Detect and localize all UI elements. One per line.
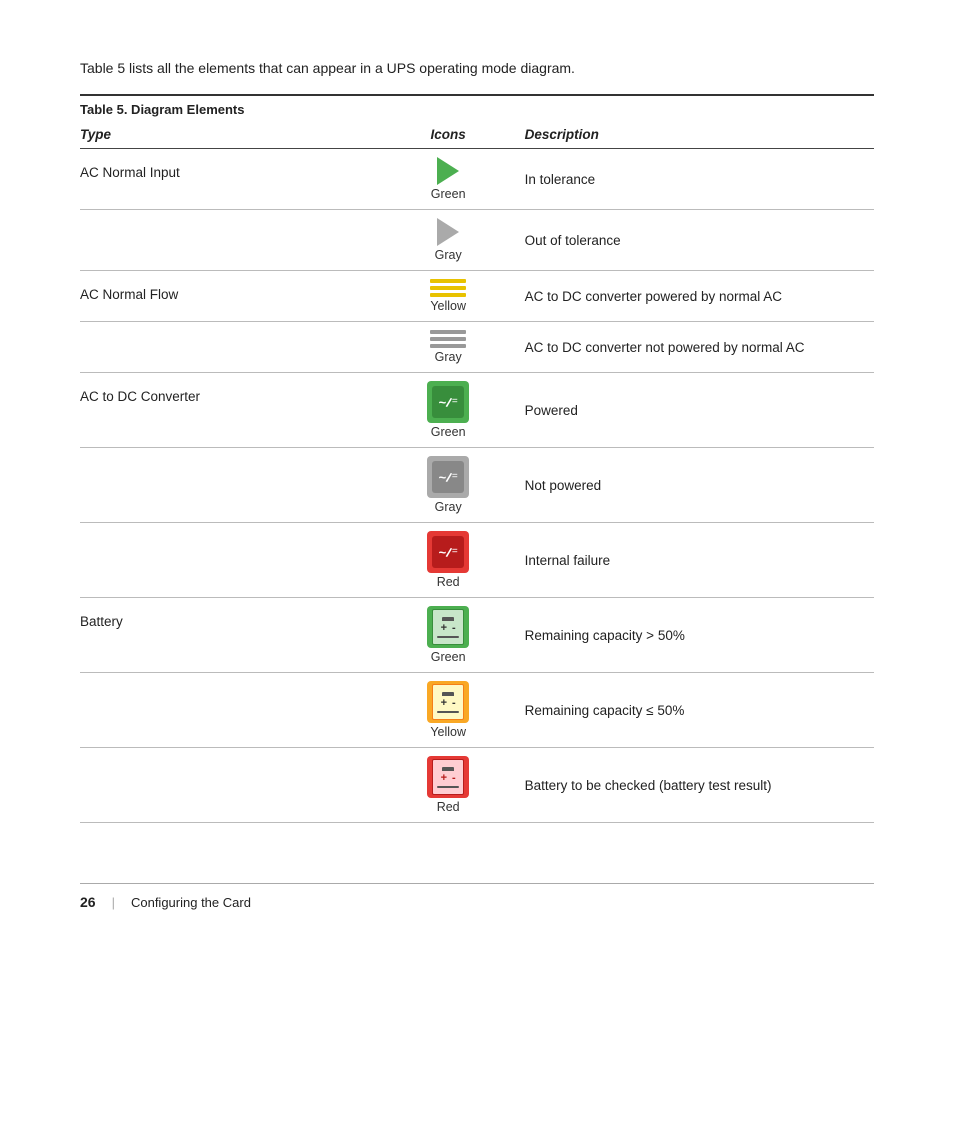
converter-gray-icon: ~ / = xyxy=(427,456,469,498)
description-cell: Remaining capacity ≤ 50% xyxy=(525,673,874,748)
description-cell: Powered xyxy=(525,373,874,448)
type-cell: AC Normal Flow xyxy=(80,271,382,322)
icon-label: Red xyxy=(437,575,460,589)
icon-label: Green xyxy=(431,187,466,201)
icon-cell: ~ / = Red xyxy=(382,523,525,598)
flow-lines-gray-icon xyxy=(430,330,466,348)
icon-cell: ~ / = Green xyxy=(382,373,525,448)
table-row: +- Yellow Remaining capacity ≤ 50% xyxy=(80,673,874,748)
battery-red-icon: +- xyxy=(427,756,469,798)
description-cell: Battery to be checked (battery test resu… xyxy=(525,748,874,823)
icon-cell: +- Green xyxy=(382,598,525,673)
table-row: AC Normal Flow Yellow AC to DC converter… xyxy=(80,271,874,322)
footer: 26 | Configuring the Card xyxy=(80,883,874,910)
col-header-description: Description xyxy=(525,121,874,149)
type-cell xyxy=(80,748,382,823)
icon-label: Yellow xyxy=(430,299,466,313)
icon-cell: Gray xyxy=(382,322,525,373)
description-cell: AC to DC converter not powered by normal… xyxy=(525,322,874,373)
description-cell: Out of tolerance xyxy=(525,210,874,271)
battery-green-icon: +- xyxy=(427,606,469,648)
icon-cell: Yellow xyxy=(382,271,525,322)
type-cell xyxy=(80,673,382,748)
type-cell xyxy=(80,523,382,598)
table-title: Table 5. Diagram Elements xyxy=(80,94,874,121)
table-row: Gray Out of tolerance xyxy=(80,210,874,271)
footer-text: Configuring the Card xyxy=(131,895,251,910)
icon-cell: +- Yellow xyxy=(382,673,525,748)
type-cell: AC to DC Converter xyxy=(80,373,382,448)
table-row: Battery +- Green Remaining c xyxy=(80,598,874,673)
description-cell: In tolerance xyxy=(525,149,874,210)
table-row: AC to DC Converter ~ / = Green xyxy=(80,373,874,448)
footer-page-number: 26 xyxy=(80,894,96,910)
intro-text: Table 5 lists all the elements that can … xyxy=(80,60,874,76)
description-cell: AC to DC converter powered by normal AC xyxy=(525,271,874,322)
type-cell: AC Normal Input xyxy=(80,149,382,210)
icon-label: Gray xyxy=(435,248,462,262)
icon-cell: ~ / = Gray xyxy=(382,448,525,523)
icon-label: Gray xyxy=(435,500,462,514)
type-cell: Battery xyxy=(80,598,382,673)
type-cell xyxy=(80,210,382,271)
converter-red-icon: ~ / = xyxy=(427,531,469,573)
icon-cell: Green xyxy=(382,149,525,210)
table-row: AC Normal Input Green In tolerance xyxy=(80,149,874,210)
table-row: ~ / = Red Internal failure xyxy=(80,523,874,598)
icon-cell: +- Red xyxy=(382,748,525,823)
description-cell: Not powered xyxy=(525,448,874,523)
table-row: +- Red Battery to be checked (battery te… xyxy=(80,748,874,823)
type-cell xyxy=(80,448,382,523)
description-cell: Remaining capacity > 50% xyxy=(525,598,874,673)
converter-green-icon: ~ / = xyxy=(427,381,469,423)
col-header-type: Type xyxy=(80,121,382,149)
icon-label: Green xyxy=(431,425,466,439)
triangle-gray-icon xyxy=(437,218,459,246)
type-cell xyxy=(80,322,382,373)
table-row: Gray AC to DC converter not powered by n… xyxy=(80,322,874,373)
icon-label: Yellow xyxy=(430,725,466,739)
flow-lines-yellow-icon xyxy=(430,279,466,297)
description-cell: Internal failure xyxy=(525,523,874,598)
icon-label: Green xyxy=(431,650,466,664)
footer-separator: | xyxy=(112,895,115,910)
icon-label: Gray xyxy=(435,350,462,364)
diagram-elements-table: Type Icons Description AC Normal Input G… xyxy=(80,121,874,823)
col-header-icons: Icons xyxy=(382,121,525,149)
triangle-green-icon xyxy=(437,157,459,185)
table-row: ~ / = Gray Not powered xyxy=(80,448,874,523)
icon-label: Red xyxy=(437,800,460,814)
icon-cell: Gray xyxy=(382,210,525,271)
battery-yellow-icon: +- xyxy=(427,681,469,723)
